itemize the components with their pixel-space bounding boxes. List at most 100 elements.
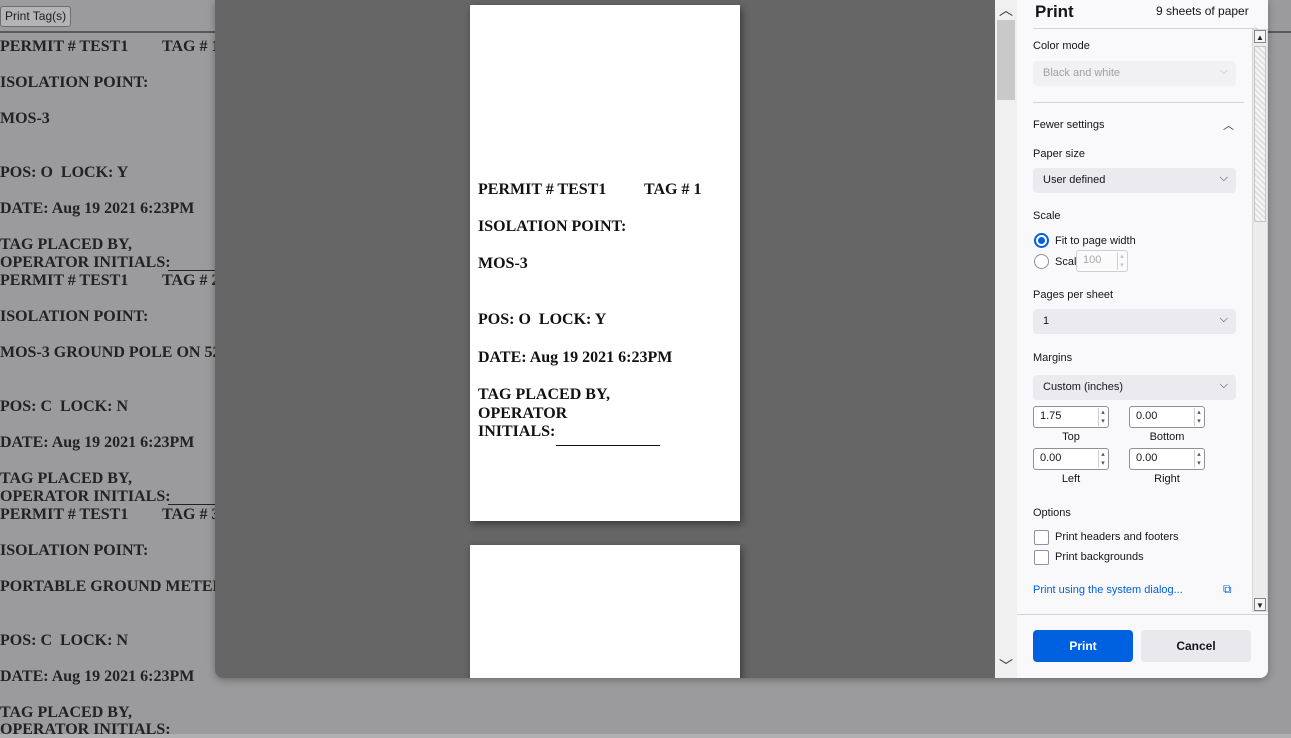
margin-right-input[interactable]: 0.00 ▴ ▾	[1129, 448, 1205, 470]
margins-value: Custom (inches)	[1043, 381, 1124, 393]
sheet-count: 9 sheets of paper	[1156, 4, 1249, 18]
margins-label: Margins	[1033, 352, 1073, 364]
margin-right-caption: Right	[1154, 473, 1180, 485]
options-label: Options	[1033, 507, 1071, 519]
chevron-up-icon[interactable]: ︿	[1223, 117, 1234, 133]
scale-radio[interactable]	[1034, 254, 1049, 269]
preview-isolation-value: MOS-3	[478, 255, 528, 272]
preview-isolation-label: ISOLATION POINT:	[478, 218, 627, 235]
scale-input: 100 ▴ ▾	[1076, 250, 1128, 272]
pages-per-sheet-select[interactable]: 1 ⌵	[1033, 309, 1236, 334]
settings-panel: Print 9 sheets of paper Color mode Black…	[1017, 0, 1268, 678]
spinner-icon[interactable]: ▴ ▾	[1194, 408, 1203, 426]
color-mode-value: Black and white	[1043, 67, 1121, 79]
margin-top-caption: Top	[1062, 431, 1080, 443]
scroll-up-arrow-icon[interactable]: ▲	[1254, 30, 1266, 43]
fit-to-width-label[interactable]: Fit to page width	[1055, 235, 1136, 247]
headers-footers-label[interactable]: Print headers and footers	[1055, 531, 1179, 543]
margin-left-input[interactable]: 0.00 ▴ ▾	[1033, 448, 1109, 470]
bg-pos-2: POS: C LOCK: N	[0, 398, 128, 415]
margin-left-caption: Left	[1061, 473, 1081, 485]
bg-placed-2: TAG PLACED BY,	[0, 470, 133, 487]
color-mode-select: Black and white ⌵	[1033, 61, 1236, 86]
dialog-title: Print	[1035, 2, 1074, 21]
preview-sheet-2	[470, 545, 740, 678]
settings-scroll-area: Color mode Black and white ⌵ Fewer setti…	[1017, 29, 1268, 614]
footer-divider	[1017, 614, 1268, 615]
bg-initials-line-1	[168, 270, 218, 271]
margin-bottom-caption: Bottom	[1149, 431, 1185, 443]
paper-size-label: Paper size	[1033, 148, 1085, 160]
bg-point-2: MOS-3 GROUND POLE ON 52	[0, 344, 221, 361]
preview-initials-line	[556, 445, 660, 446]
preview-pos-lock: POS: O LOCK: Y	[478, 311, 607, 328]
print-tags-button[interactable]: Print Tag(s)	[0, 6, 72, 27]
backgrounds-checkbox[interactable]	[1034, 550, 1049, 565]
pages-per-sheet-value: 1	[1043, 315, 1050, 327]
bg-tag-3: TAG # 3	[162, 506, 220, 523]
bg-date-3: DATE: Aug 19 2021 6:23PM	[0, 668, 195, 685]
bg-initials-line-2	[168, 504, 218, 505]
bg-bottom-strip	[0, 734, 1291, 738]
paper-size-value: User defined	[1043, 174, 1106, 186]
preview-scroll-thumb[interactable]	[997, 20, 1015, 100]
margin-top-value: 1.75	[1040, 410, 1062, 422]
preview-tag: TAG # 1	[644, 181, 702, 198]
bg-pos-3: POS: C LOCK: N	[0, 632, 128, 649]
spinner-icon[interactable]: ▴ ▾	[1098, 450, 1107, 468]
bg-pos-1: POS: O LOCK: Y	[0, 164, 129, 181]
bg-permit-1: PERMIT # TEST1	[0, 38, 129, 55]
pages-per-sheet-label: Pages per sheet	[1033, 289, 1114, 301]
bg-point-1: MOS-3	[0, 110, 50, 127]
section-divider	[1033, 102, 1244, 103]
bg-date-1: DATE: Aug 19 2021 6:23PM	[0, 200, 195, 217]
bg-initials-1: OPERATOR INITIALS:	[0, 254, 171, 271]
margin-bottom-value: 0.00	[1136, 410, 1158, 422]
preview-date: DATE: Aug 19 2021 6:23PM	[478, 349, 673, 366]
system-dialog-link[interactable]: Print using the system dialog...	[1033, 584, 1183, 596]
margin-left-value: 0.00	[1040, 452, 1062, 464]
bg-permit-2: PERMIT # TEST1	[0, 272, 129, 289]
preview-operator: OPERATOR	[478, 405, 568, 422]
preview-sheet-1: PERMIT # TEST1 TAG # 1 ISOLATION POINT: …	[470, 5, 740, 521]
preview-scrollbar[interactable]: ︿ ﹀	[995, 0, 1017, 678]
scroll-down-arrow-icon[interactable]: ▼	[1254, 598, 1266, 611]
scale-input-value: 100	[1083, 254, 1102, 266]
color-mode-label: Color mode	[1033, 40, 1090, 52]
fit-to-width-radio[interactable]	[1034, 233, 1049, 248]
print-button[interactable]: Print	[1033, 630, 1133, 662]
margin-top-input[interactable]: 1.75 ▴ ▾	[1033, 406, 1109, 428]
chevron-down-icon: ⌵	[1219, 172, 1228, 184]
bg-tag-2: TAG # 2	[162, 272, 220, 289]
bg-isolation-2: ISOLATION POINT:	[0, 308, 149, 325]
chevron-down-icon: ⌵	[1219, 313, 1228, 325]
paper-size-select[interactable]: User defined ⌵	[1033, 168, 1236, 193]
preview-placed-by: TAG PLACED BY,	[478, 386, 611, 403]
margin-right-value: 0.00	[1136, 452, 1158, 464]
margin-bottom-input[interactable]: 0.00 ▴ ▾	[1129, 406, 1205, 428]
bg-initials-2: OPERATOR INITIALS:	[0, 488, 171, 505]
chevron-up-icon[interactable]: ︿	[999, 0, 1013, 20]
print-preview: PERMIT # TEST1 TAG # 1 ISOLATION POINT: …	[215, 0, 995, 678]
bg-isolation-3: ISOLATION POINT:	[0, 542, 149, 559]
bg-permit-3: PERMIT # TEST1	[0, 506, 129, 523]
margins-select[interactable]: Custom (inches) ⌵	[1033, 375, 1236, 400]
settings-scrollbar[interactable]: ▲ ▼	[1252, 29, 1268, 612]
bg-tag-1: TAG # 1	[162, 38, 220, 55]
spinner-icon[interactable]: ▴ ▾	[1098, 408, 1107, 426]
chevron-down-icon: ⌵	[1219, 379, 1228, 391]
spinner-icon[interactable]: ▴ ▾	[1194, 450, 1203, 468]
cancel-button[interactable]: Cancel	[1141, 630, 1251, 662]
fewer-settings-toggle[interactable]: Fewer settings	[1033, 119, 1105, 131]
chevron-down-icon[interactable]: ﹀	[999, 656, 1013, 676]
preview-permit: PERMIT # TEST1	[478, 181, 607, 198]
external-link-icon[interactable]: ⧉	[1223, 582, 1232, 597]
bg-isolation-1: ISOLATION POINT:	[0, 74, 149, 91]
bg-placed-1: TAG PLACED BY,	[0, 236, 133, 253]
settings-scroll-thumb[interactable]	[1254, 46, 1266, 222]
headers-footers-checkbox[interactable]	[1034, 530, 1049, 545]
backgrounds-label[interactable]: Print backgrounds	[1055, 551, 1144, 563]
chevron-down-icon: ⌵	[1219, 65, 1228, 77]
print-dialog: PERMIT # TEST1 TAG # 1 ISOLATION POINT: …	[215, 0, 1268, 678]
preview-initials: INITIALS:	[478, 423, 556, 440]
